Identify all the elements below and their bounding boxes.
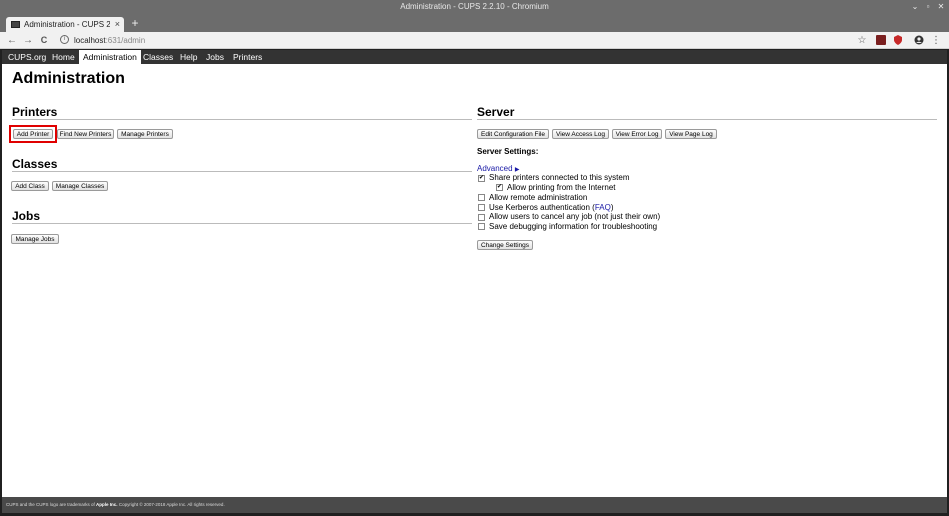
tab-title: Administration - CUPS 2 bbox=[24, 20, 110, 29]
extension-icon[interactable] bbox=[876, 35, 886, 45]
share-printers-checkbox[interactable]: ✔ bbox=[478, 175, 485, 182]
allow-cancel-any-job-label: Allow users to cancel any job (not just … bbox=[489, 212, 661, 221]
view-error-log-button[interactable]: View Error Log bbox=[612, 129, 662, 139]
forward-icon[interactable]: → bbox=[22, 32, 34, 49]
allow-internet-printing-checkbox[interactable]: ✔ bbox=[496, 184, 503, 191]
info-icon[interactable]: i bbox=[60, 35, 69, 44]
bookmark-star-icon[interactable]: ☆ bbox=[856, 32, 868, 49]
printers-heading: Printers bbox=[12, 105, 58, 119]
view-page-log-button[interactable]: View Page Log bbox=[665, 129, 717, 139]
advanced-link-label: Advanced bbox=[477, 164, 513, 173]
new-tab-button[interactable]: + bbox=[128, 14, 142, 32]
classes-divider bbox=[12, 171, 472, 172]
server-settings-label: Server Settings: bbox=[477, 147, 539, 156]
nav-printers[interactable]: Printers bbox=[229, 50, 266, 64]
kerberos-auth-checkbox[interactable] bbox=[478, 204, 485, 211]
jobs-divider bbox=[12, 223, 472, 224]
browser-window: Administration - CUPS 2.2.10 - Chromium … bbox=[0, 0, 949, 516]
url-host: localhost bbox=[74, 36, 106, 45]
tab-close-icon[interactable]: × bbox=[115, 17, 120, 32]
back-icon[interactable]: ← bbox=[6, 32, 18, 49]
view-access-log-button[interactable]: View Access Log bbox=[552, 129, 609, 139]
edit-configuration-file-button[interactable]: Edit Configuration File bbox=[477, 129, 549, 139]
address-bar[interactable]: localhost:631/admin bbox=[74, 33, 864, 48]
share-printers-label: Share printers connected to this system bbox=[489, 173, 630, 182]
printers-divider bbox=[12, 119, 472, 120]
shield-extension-icon[interactable] bbox=[893, 35, 903, 45]
page-title: Administration bbox=[12, 70, 125, 87]
browser-tab[interactable]: Administration - CUPS 2 × bbox=[6, 17, 124, 32]
account-icon[interactable] bbox=[914, 35, 924, 45]
window-title: Administration - CUPS 2.2.10 - Chromium bbox=[400, 2, 549, 11]
nav-home[interactable]: Home bbox=[48, 50, 79, 64]
manage-classes-button[interactable]: Manage Classes bbox=[52, 181, 108, 191]
add-class-button[interactable]: Add Class bbox=[11, 181, 49, 191]
menu-icon[interactable]: ⋮ bbox=[930, 32, 942, 49]
save-debug-info-checkbox[interactable] bbox=[478, 223, 485, 230]
nav-classes[interactable]: Classes bbox=[139, 50, 177, 64]
allow-remote-admin-label: Allow remote administration bbox=[489, 193, 588, 202]
browser-toolbar: ← → C i localhost:631/admin ☆ ⋮ bbox=[0, 32, 949, 49]
server-divider bbox=[477, 119, 937, 120]
allow-cancel-any-job-checkbox[interactable] bbox=[478, 214, 485, 221]
minimize-icon[interactable]: ⌄ bbox=[909, 0, 921, 14]
add-printer-highlight bbox=[9, 125, 57, 143]
nav-help[interactable]: Help bbox=[176, 50, 201, 64]
allow-remote-admin-checkbox[interactable] bbox=[478, 194, 485, 201]
manage-printers-button[interactable]: Manage Printers bbox=[117, 129, 173, 139]
nav-administration[interactable]: Administration bbox=[79, 50, 141, 64]
allow-internet-printing-label: Allow printing from the Internet bbox=[507, 183, 616, 192]
nav-cups-org[interactable]: CUPS.org bbox=[4, 50, 50, 64]
url-path: :631/admin bbox=[105, 36, 146, 45]
printer-favicon-icon bbox=[11, 21, 20, 28]
server-heading: Server bbox=[477, 105, 515, 119]
save-debug-info-label: Save debugging information for troublesh… bbox=[489, 222, 658, 231]
web-page: CUPS.org Home Administration Classes Hel… bbox=[2, 50, 947, 497]
change-settings-button[interactable]: Change Settings bbox=[477, 240, 533, 250]
window-title-bar: Administration - CUPS 2.2.10 - Chromium bbox=[0, 0, 949, 14]
footer-text-pre: CUPS and the CUPS logo are trademarks of bbox=[6, 502, 97, 507]
kerberos-auth-close: ) bbox=[610, 203, 614, 212]
advanced-link[interactable]: Advanced ▶ bbox=[477, 164, 519, 173]
tab-strip: Administration - CUPS 2 × bbox=[0, 14, 949, 32]
cups-nav-bar: CUPS.org Home Administration Classes Hel… bbox=[2, 50, 947, 64]
footer-brand: Apple Inc. bbox=[96, 502, 118, 507]
faq-link[interactable]: FAQ bbox=[595, 203, 611, 212]
find-new-printers-button[interactable]: Find New Printers bbox=[57, 129, 114, 139]
jobs-heading: Jobs bbox=[12, 209, 41, 223]
kerberos-auth-text: Use Kerberos authentication ( bbox=[489, 203, 595, 212]
classes-heading: Classes bbox=[12, 157, 58, 171]
footer-text-post: Copyright © 2007-2018 Apple Inc. All rig… bbox=[117, 502, 225, 507]
nav-jobs[interactable]: Jobs bbox=[202, 50, 228, 64]
page-footer: CUPS and the CUPS logo are trademarks of… bbox=[2, 497, 947, 513]
manage-jobs-button[interactable]: Manage Jobs bbox=[11, 234, 59, 244]
reload-icon[interactable]: C bbox=[38, 32, 50, 49]
maximize-icon[interactable]: ▫ bbox=[922, 0, 934, 14]
close-window-icon[interactable]: ✕ bbox=[935, 0, 947, 14]
